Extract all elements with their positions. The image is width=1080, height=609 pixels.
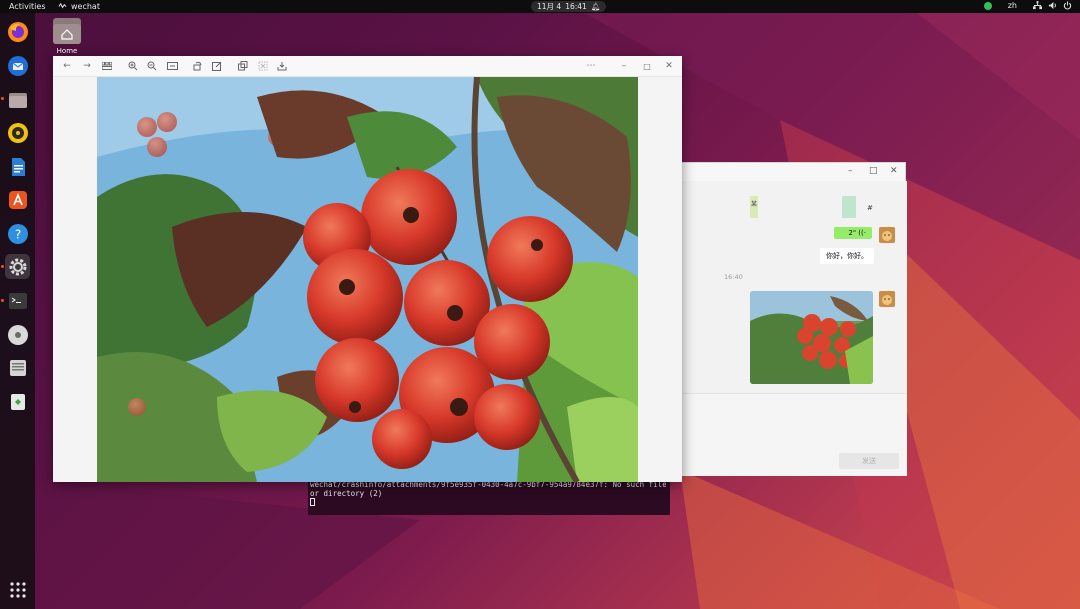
writer-icon[interactable] (5, 154, 30, 179)
notification-bell-icon: 🔔︎ (590, 2, 601, 11)
help-icon[interactable]: ? (5, 221, 30, 246)
rotate-icon[interactable] (192, 60, 204, 72)
message-timestamp: 16:40 (724, 273, 743, 281)
voice-message-bubble[interactable]: 2" ((· (834, 227, 872, 239)
text-message-bubble[interactable]: 你好，你好。 (820, 248, 874, 264)
network-icon[interactable] (1033, 1, 1042, 10)
top-bar: Activities wechat 11月 4 16:41 🔔︎ zh (0, 0, 1080, 13)
close-icon[interactable]: ✕ (890, 166, 898, 176)
chat-titlebar: – □ ✕ (682, 163, 905, 181)
running-indicator (1, 299, 4, 302)
terminal-icon[interactable] (5, 288, 30, 313)
user-avatar[interactable] (879, 291, 895, 307)
image-message[interactable] (750, 291, 873, 384)
app-menu[interactable]: wechat (58, 2, 100, 11)
viewer-toolbar: ← → ⋯ – □ ✕ (53, 56, 682, 77)
wechat-tray-icon[interactable] (983, 1, 992, 10)
terminal-cursor (310, 498, 315, 506)
fragment-text: # (867, 204, 873, 212)
wechat-app-icon (58, 2, 67, 9)
app-name: wechat (71, 2, 100, 11)
desktop-home-folder[interactable]: Home (52, 18, 82, 55)
copy-icon[interactable] (237, 60, 249, 72)
fit-window-icon[interactable] (166, 60, 178, 72)
download-icon[interactable] (276, 60, 288, 72)
wechat-chat-window: – □ ✕ 某 # 2" ((· 你好，你好。 16:40 发送 (681, 162, 907, 476)
input-language[interactable]: zh (1008, 1, 1017, 10)
home-folder-label: Home (56, 47, 78, 55)
minimize-icon[interactable]: – (618, 60, 630, 72)
zoom-in-icon[interactable] (127, 60, 139, 72)
clock-time: 16:41 (565, 2, 587, 11)
minimize-icon[interactable]: – (848, 166, 853, 176)
trash-icon[interactable] (5, 388, 30, 413)
forward-arrow-icon[interactable]: → (81, 60, 93, 72)
app-center-icon[interactable] (5, 187, 30, 212)
send-button[interactable]: 发送 (839, 453, 899, 469)
thumbnails-icon[interactable] (101, 60, 113, 72)
volume-icon[interactable] (1048, 1, 1057, 10)
clock[interactable]: 11月 4 16:41 🔔︎ (531, 1, 607, 12)
storage-icon[interactable] (5, 355, 30, 380)
edit-icon[interactable] (211, 60, 223, 72)
home-folder-icon (53, 18, 81, 44)
running-indicator (1, 265, 4, 268)
message-fragment (842, 196, 856, 218)
maximize-icon[interactable]: □ (641, 60, 653, 72)
terminal-line-2: or directory (2) (310, 489, 383, 498)
chat-messages: 某 # 2" ((· 你好，你好。 16:40 (682, 181, 907, 393)
more-options-icon[interactable]: ⋯ (585, 60, 597, 72)
clock-date: 11月 4 (537, 2, 562, 11)
show-apps-icon[interactable] (5, 577, 30, 602)
thunderbird-icon[interactable] (5, 53, 30, 78)
disc-icon[interactable] (5, 322, 30, 347)
activities-button[interactable]: Activities (9, 2, 46, 11)
close-icon[interactable]: ✕ (663, 60, 675, 72)
files-icon[interactable] (5, 87, 30, 112)
maximize-icon[interactable]: □ (869, 166, 878, 176)
image-viewer-window: ← → ⋯ – □ ✕ (53, 56, 682, 482)
user-avatar[interactable] (879, 227, 895, 243)
rhythmbox-icon[interactable] (5, 120, 30, 145)
crop-icon[interactable] (257, 60, 269, 72)
power-icon[interactable] (1063, 1, 1072, 10)
zoom-out-icon[interactable] (146, 60, 158, 72)
system-tray[interactable]: zh (983, 1, 1072, 10)
dock: ? (0, 13, 35, 609)
firefox-icon[interactable] (5, 19, 30, 44)
settings-icon[interactable] (5, 254, 30, 279)
fragment-text: 某 (751, 201, 758, 208)
back-arrow-icon[interactable]: ← (61, 60, 73, 72)
svg-text:?: ? (14, 227, 20, 241)
hawthorn-photo (97, 77, 638, 482)
running-indicator (1, 97, 4, 100)
